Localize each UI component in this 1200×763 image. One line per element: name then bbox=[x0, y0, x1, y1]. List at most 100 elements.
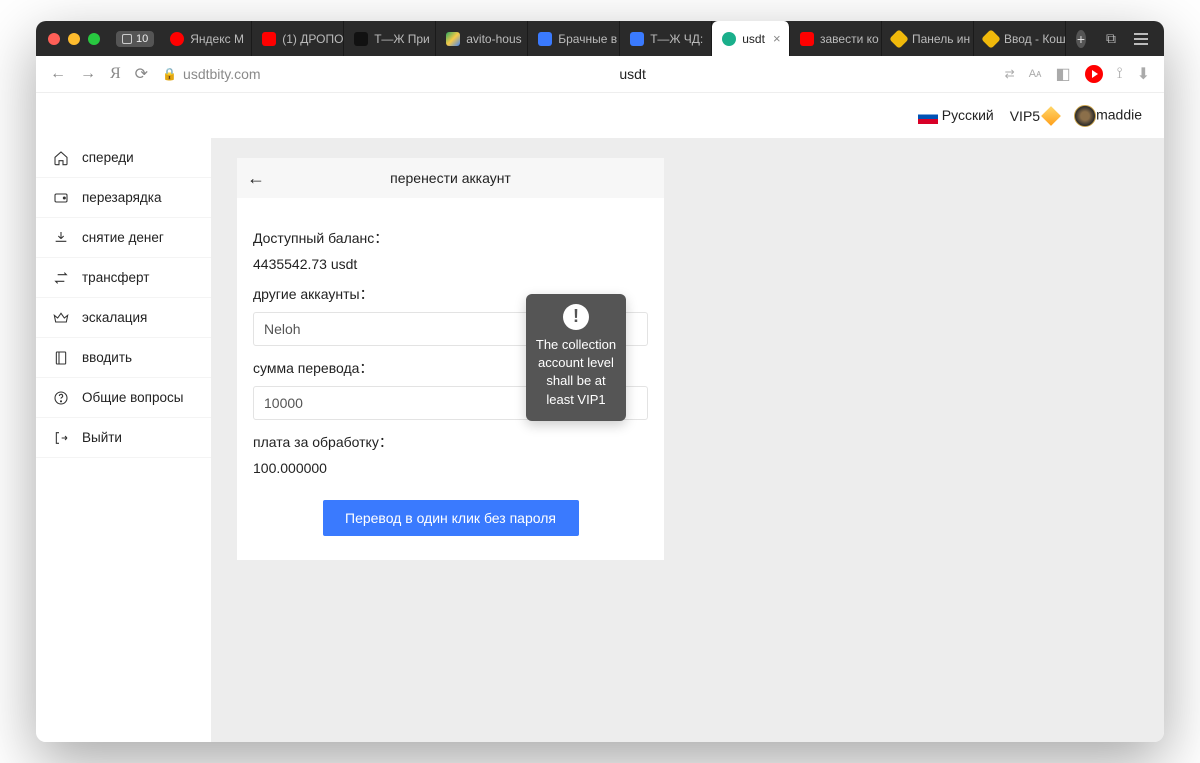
balance-label: Доступный баланс： bbox=[253, 228, 648, 248]
maximize-window-button[interactable] bbox=[88, 33, 100, 45]
tab-label: Ввод - Кош bbox=[1004, 32, 1066, 46]
tab-count-badge[interactable]: 10 bbox=[116, 31, 154, 47]
card-header: ← перенести аккаунт bbox=[237, 158, 664, 198]
tab-label: Т—Ж ЧД: bbox=[650, 32, 703, 46]
vip-label: VIP5 bbox=[1010, 108, 1040, 124]
bookmark-icon[interactable]: ◧ bbox=[1056, 64, 1071, 84]
sidebar-item-label: спереди bbox=[82, 150, 134, 165]
close-tab-icon[interactable]: × bbox=[773, 31, 781, 46]
transfer-icon bbox=[52, 269, 70, 287]
sidebar-item-home[interactable]: спереди bbox=[36, 138, 211, 178]
sidebar-item-label: трансферт bbox=[82, 270, 149, 285]
crown-icon bbox=[52, 309, 70, 327]
docs-icon bbox=[630, 32, 644, 46]
language-selector[interactable]: Русский bbox=[918, 107, 994, 123]
download-icon[interactable]: ⬇ bbox=[1137, 64, 1150, 84]
sidebar-item-label: Выйти bbox=[82, 430, 122, 445]
fee-label: плата за обработку： bbox=[253, 432, 648, 452]
tab-label: завести ко bbox=[820, 32, 879, 46]
sidebar-item-label: снятие денег bbox=[82, 230, 164, 245]
card-title: перенести аккаунт bbox=[237, 170, 664, 186]
sidebar-item-escalation[interactable]: эскалация bbox=[36, 298, 211, 338]
toast-message: The collection account level shall be at… bbox=[534, 336, 618, 409]
docs-icon bbox=[538, 32, 552, 46]
sidebar: спереди перезарядка снятие денег трансфе… bbox=[36, 138, 211, 742]
logout-icon bbox=[52, 429, 70, 447]
tj-icon bbox=[354, 32, 368, 46]
submit-transfer-button[interactable]: Перевод в один клик без пароля bbox=[323, 500, 579, 536]
exclamation-icon: ! bbox=[563, 304, 589, 330]
sidebar-item-faq[interactable]: Общие вопросы bbox=[36, 378, 211, 418]
browser-tab[interactable]: Панель ин bbox=[882, 21, 974, 56]
sidebar-item-withdraw[interactable]: снятие денег bbox=[36, 218, 211, 258]
browser-tab-active[interactable]: usdt × bbox=[712, 21, 790, 56]
fee-value: 100.000000 bbox=[253, 460, 648, 476]
reader-icon[interactable]: Aᴀ bbox=[1029, 68, 1042, 80]
browser-tabbar: 10 Яндекс М (1) ДРОПО Т—Ж При avito-hous… bbox=[36, 21, 1164, 56]
sidebar-item-label: перезарядка bbox=[82, 190, 162, 205]
browser-addressbar: ← → Я ⟳ 🔒 usdtbity.com usdt ⇄ Aᴀ ◧ ⟟ ⬇ bbox=[36, 56, 1164, 93]
tab-label: avito-hous bbox=[466, 32, 521, 46]
sidebar-item-label: Общие вопросы bbox=[82, 390, 183, 405]
browser-tab[interactable]: (1) ДРОПО bbox=[252, 21, 344, 56]
avatar bbox=[1074, 105, 1096, 127]
content-area: ← перенести аккаунт Доступный баланс： 44… bbox=[211, 138, 1164, 742]
site-header: Русский VIP5 maddie bbox=[36, 93, 1164, 138]
pip-icon[interactable]: ⧉ bbox=[1106, 30, 1116, 47]
browser-tab[interactable]: avito-hous bbox=[436, 21, 528, 56]
youtube-icon bbox=[262, 32, 276, 46]
vip-badge[interactable]: VIP5 bbox=[1010, 108, 1058, 124]
tab-label: usdt bbox=[742, 32, 765, 46]
extension-icon[interactable]: ⟟ bbox=[1117, 65, 1123, 83]
sidebar-item-transfer[interactable]: трансферт bbox=[36, 258, 211, 298]
url-text: usdtbity.com bbox=[183, 66, 261, 82]
tabs-icon bbox=[122, 34, 132, 44]
withdraw-icon bbox=[52, 229, 70, 247]
browser-window: 10 Яндекс М (1) ДРОПО Т—Ж При avito-hous… bbox=[36, 21, 1164, 742]
user-menu[interactable]: maddie bbox=[1074, 105, 1142, 127]
forward-icon[interactable]: → bbox=[80, 65, 96, 83]
sidebar-item-input[interactable]: вводить bbox=[36, 338, 211, 378]
browser-tab[interactable]: Брачные в bbox=[528, 21, 620, 56]
sidebar-item-recharge[interactable]: перезарядка bbox=[36, 178, 211, 218]
reload-icon[interactable]: ⟳ bbox=[135, 64, 148, 84]
minimize-window-button[interactable] bbox=[68, 33, 80, 45]
menu-icon[interactable] bbox=[1134, 33, 1148, 45]
url-field[interactable]: 🔒 usdtbity.com bbox=[162, 66, 261, 82]
tabbar-right-controls: ⧉ bbox=[1096, 30, 1158, 47]
tab-label: Т—Ж При bbox=[374, 32, 429, 46]
new-tab-button[interactable]: + bbox=[1066, 21, 1096, 56]
flag-ru-icon bbox=[918, 110, 938, 124]
sidebar-item-label: вводить bbox=[82, 350, 132, 365]
back-button[interactable]: ← bbox=[247, 168, 265, 189]
page-title: usdt bbox=[275, 66, 991, 82]
tab-count-value: 10 bbox=[136, 33, 148, 45]
drive-icon bbox=[446, 32, 460, 46]
address-right-controls: ⇄ Aᴀ ◧ ⟟ ⬇ bbox=[1005, 64, 1150, 84]
browser-tab[interactable]: Т—Ж При bbox=[344, 21, 436, 56]
tab-label: Яндекс М bbox=[190, 32, 244, 46]
browser-tab[interactable]: завести ко bbox=[790, 21, 882, 56]
video-play-icon[interactable] bbox=[1085, 65, 1103, 83]
tab-label: Панель ин bbox=[912, 32, 970, 46]
username: maddie bbox=[1096, 106, 1142, 122]
error-toast: ! The collection account level shall be … bbox=[526, 294, 626, 421]
home-icon bbox=[52, 149, 70, 167]
binance-icon bbox=[981, 29, 1001, 49]
balance-value: 4435542.73 usdt bbox=[253, 256, 648, 272]
main-area: спереди перезарядка снятие денег трансфе… bbox=[36, 138, 1164, 742]
sidebar-item-label: эскалация bbox=[82, 310, 147, 325]
yandex-icon bbox=[800, 32, 814, 46]
help-icon bbox=[52, 389, 70, 407]
tab-label: Брачные в bbox=[558, 32, 617, 46]
translate-icon[interactable]: ⇄ bbox=[1005, 67, 1015, 81]
back-icon[interactable]: ← bbox=[50, 65, 66, 83]
close-window-button[interactable] bbox=[48, 33, 60, 45]
wallet-icon bbox=[52, 189, 70, 207]
lock-icon: 🔒 bbox=[162, 67, 177, 81]
yandex-home-icon[interactable]: Я bbox=[110, 65, 121, 83]
sidebar-item-logout[interactable]: Выйти bbox=[36, 418, 211, 458]
browser-tab[interactable]: Ввод - Кош bbox=[974, 21, 1066, 56]
browser-tab[interactable]: Т—Ж ЧД: bbox=[620, 21, 712, 56]
browser-tab[interactable]: Яндекс М bbox=[160, 21, 252, 56]
